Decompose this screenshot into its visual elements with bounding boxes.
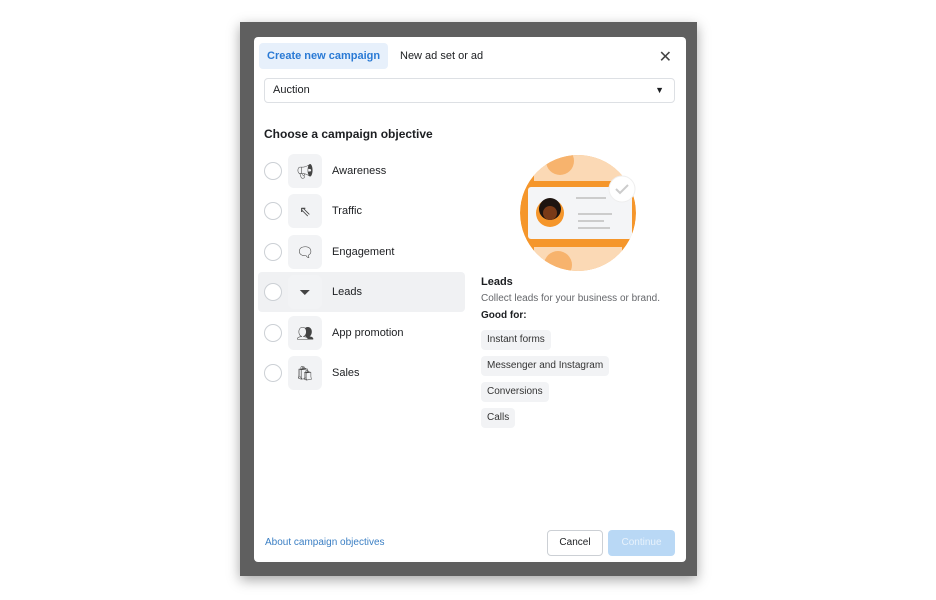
preview-title: Leads: [481, 276, 513, 288]
good-for-chip: Messenger and Instagram: [481, 356, 610, 376]
objective-traffic[interactable]: ⇖ Traffic: [258, 191, 465, 231]
objective-leads[interactable]: ⏷ Leads: [258, 272, 465, 312]
objective-label: Leads: [332, 286, 362, 298]
preview-description: Collect leads for your business or brand…: [481, 293, 660, 304]
continue-button[interactable]: Continue: [608, 530, 675, 556]
close-icon[interactable]: ✕: [659, 47, 672, 67]
tab-new-ad-set-or-ad[interactable]: New ad set or ad: [392, 43, 491, 69]
good-for-chip: Conversions: [481, 382, 549, 402]
tab-create-new-campaign[interactable]: Create new campaign: [259, 43, 389, 69]
people-icon: 👥︎: [288, 316, 322, 350]
good-for-chip: Calls: [481, 408, 516, 428]
radio[interactable]: [264, 283, 282, 301]
section-heading: Choose a campaign objective: [264, 127, 433, 141]
radio[interactable]: [264, 162, 282, 180]
caret-down-icon: ▼: [655, 85, 664, 95]
buying-type-value: Auction: [273, 84, 310, 96]
objective-label: Engagement: [332, 246, 395, 258]
radio[interactable]: [264, 364, 282, 382]
cursor-icon: ⇖: [288, 194, 322, 228]
objective-awareness[interactable]: 📢︎ Awareness: [258, 151, 465, 191]
shopping-bag-icon: 🛍︎: [288, 356, 322, 390]
megaphone-icon: 📢︎: [288, 154, 322, 188]
buying-type-select[interactable]: Auction ▼: [264, 78, 675, 103]
about-campaign-objectives-link[interactable]: About campaign objectives: [265, 537, 385, 548]
chat-bubbles-icon: 🗨︎: [288, 235, 322, 269]
objective-sales[interactable]: 🛍︎ Sales: [258, 353, 465, 393]
campaign-dialog: Create new campaign New ad set or ad ✕ A…: [254, 37, 686, 562]
objective-label: Sales: [332, 367, 360, 379]
radio[interactable]: [264, 324, 282, 342]
objective-label: Traffic: [332, 205, 362, 217]
objective-label: App promotion: [332, 327, 404, 339]
cancel-button[interactable]: Cancel: [547, 530, 603, 556]
good-for-label: Good for:: [481, 310, 527, 321]
objective-app-promotion[interactable]: 👥︎ App promotion: [258, 313, 465, 353]
radio[interactable]: [264, 243, 282, 261]
good-for-chip: Instant forms: [481, 330, 551, 350]
objective-engagement[interactable]: 🗨︎ Engagement: [258, 232, 465, 272]
radio[interactable]: [264, 202, 282, 220]
objective-label: Awareness: [332, 165, 387, 177]
funnel-icon: ⏷: [288, 275, 322, 309]
leads-illustration: [520, 155, 636, 271]
